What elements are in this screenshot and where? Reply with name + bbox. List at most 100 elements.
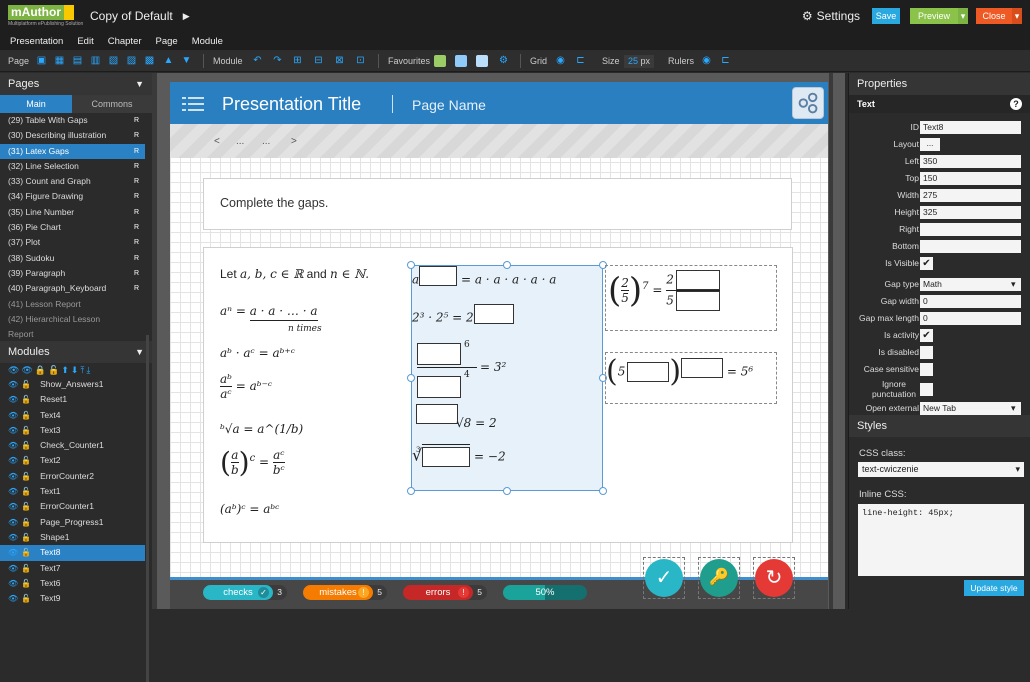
page-list-item[interactable]: (36) Pie Chart R [0,220,145,235]
group-icon[interactable]: ⊟ [313,55,324,66]
tab-main[interactable]: Main [0,95,72,113]
add-page-icon[interactable]: ▣ [36,55,47,66]
property-input[interactable]: 0 [920,312,1021,325]
visibility-icon[interactable]: 👁 [8,484,18,499]
play-icon[interactable]: ▶ [183,11,190,22]
close-button[interactable]: Close [976,8,1012,24]
share-icon[interactable] [792,87,824,119]
visibility-icon[interactable]: 👁 [8,377,18,392]
lock-icon[interactable]: 🔓 [21,484,31,499]
page-list-item[interactable]: (34) Figure Drawing R [0,189,145,204]
page-list-item[interactable]: (31) Latex Gaps R [0,143,145,159]
move-top-icon[interactable]: ⤒ [80,365,84,376]
instruction-module[interactable]: Complete the gaps. [203,178,792,230]
lock-icon[interactable]: 🔓 [21,545,31,560]
property-checkbox[interactable]: ✔ [920,329,933,342]
menu-edit[interactable]: Edit [77,36,93,47]
module-list-item[interactable]: 👁 🔓 Shape1 [0,530,145,545]
page-settings-icon[interactable]: ▨ [126,55,137,66]
module-list-item[interactable]: 👁 🔓 Text7 [0,561,145,576]
lock-icon[interactable]: 🔓 [21,438,31,453]
module-list-item[interactable]: 👁 🔓 Text3 [0,423,145,438]
css-class-select[interactable]: text-cwiczenie ▾ [858,462,1024,477]
module-list-item[interactable]: 👁 🔓 Text6 [0,576,145,591]
grid-size-input[interactable]: 25 px [624,55,654,68]
visibility-icon[interactable]: 👁 [8,392,18,407]
visibility-icon[interactable]: 👁 [8,530,18,545]
module-list-item[interactable]: 👁 🔓 Text9 [0,591,145,606]
page-list-item[interactable]: (41) Lesson Report [0,297,145,312]
resize-handle[interactable] [407,374,415,382]
resize-handle[interactable] [503,487,511,495]
pages-header[interactable]: Pages ▼ [0,73,152,95]
menu-icon[interactable] [182,97,204,111]
redo-icon[interactable]: ↷ [272,55,283,66]
property-input[interactable]: 350 [920,155,1021,168]
visibility-icon[interactable]: 👁 [8,438,18,453]
menu-page[interactable]: Page [156,36,178,47]
module-list-item[interactable]: 👁 🔓 ErrorCounter1 [0,499,145,514]
gap-input[interactable] [675,270,720,290]
property-input[interactable]: Text8 [920,121,1021,134]
settings-button[interactable]: ⚙ Settings [802,9,860,23]
lock-icon[interactable]: 🔓 [21,515,31,530]
lock-icon[interactable]: 🔓 [21,469,31,484]
lock-icon[interactable]: 🔓 [21,530,31,545]
show-answers-button[interactable]: 🔑 [700,559,738,597]
visibility-icon[interactable]: 👁 [8,453,18,468]
move-bottom-icon[interactable]: ⤓ [86,365,90,376]
module-list-item[interactable]: 👁 🔓 Page_Progress1 [0,515,145,530]
page-list-item[interactable]: (29) Table With Gaps R [0,113,145,128]
grid-eye-icon[interactable]: ◉ [555,55,566,66]
text-module-icon[interactable] [476,55,488,67]
menu-presentation[interactable]: Presentation [10,36,63,47]
lock-icon[interactable]: 🔓 [21,591,31,606]
move-down-icon[interactable]: ⬇ [71,365,79,376]
save-button[interactable]: Save [872,8,900,24]
page-list-item[interactable]: (33) Count and Graph R [0,174,145,189]
document-title[interactable]: Copy of Default [90,9,173,23]
show-all-icon[interactable]: 👁 [8,365,19,376]
import-page-icon[interactable]: ▩ [144,55,155,66]
module-list-item[interactable]: 👁 🔓 Text2 [0,453,145,468]
property-input[interactable]: 325 [920,206,1021,219]
lock-icon[interactable]: 🔓 [21,392,31,407]
visibility-icon[interactable]: 👁 [8,469,18,484]
collapse-icon[interactable]: ▼ [135,341,144,363]
gap-input[interactable] [422,447,471,467]
page-list-item[interactable]: (40) Paragraph_Keyboard R [0,281,145,296]
nav-ellipsis[interactable]: ... [262,136,270,147]
gap-input[interactable] [473,304,514,324]
page-list-item[interactable]: (35) Line Number R [0,205,145,220]
property-select[interactable]: New Tab [920,402,1021,415]
page-list-item[interactable]: (39) Paragraph R [0,266,145,281]
page-list-item[interactable]: (37) Plot R [0,235,145,250]
reset-button[interactable]: ↻ [755,559,793,597]
module-list-item[interactable]: 👁 🔓 Text1 [0,484,145,499]
visibility-icon[interactable]: 👁 [8,561,18,576]
text-module-rules[interactable]: Let a, b, c ∈ ℝ and n ∈ ℕ. aⁿ = a · a · … [203,247,793,543]
copy-page-icon[interactable]: ▤ [72,55,83,66]
visibility-icon[interactable]: 👁 [8,515,18,530]
visibility-icon[interactable]: 👁 [8,408,18,423]
property-input[interactable]: 150 [920,172,1021,185]
page-list-item[interactable]: (42) Hierarchical Lesson [0,312,145,327]
gap-input[interactable] [419,266,458,286]
menu-module[interactable]: Module [192,36,223,47]
scrollbar[interactable] [146,335,149,682]
property-checkbox[interactable] [920,346,933,359]
undo-icon[interactable]: ↶ [252,55,263,66]
inline-css-textarea[interactable]: line-height: 45px; [858,504,1024,576]
delete-page-icon[interactable]: ▧ [108,55,119,66]
page-list-item[interactable]: (38) Sudoku R [0,251,145,266]
gap-input[interactable] [627,361,670,382]
page-list-item[interactable]: (30) Describing illustration R [0,128,145,143]
move-up-icon[interactable]: ⬆ [61,365,69,376]
add-chapter-icon[interactable]: ▦ [54,55,65,66]
lock-icon[interactable]: 🔓 [21,576,31,591]
module-list-item[interactable]: 👁 🔓 Text4 [0,408,145,423]
nav-next-button[interactable]: > [291,136,297,147]
resize-handle[interactable] [407,487,415,495]
update-style-button[interactable]: Update style [964,580,1024,596]
unlock-all-icon[interactable]: 🔓 [48,365,59,376]
